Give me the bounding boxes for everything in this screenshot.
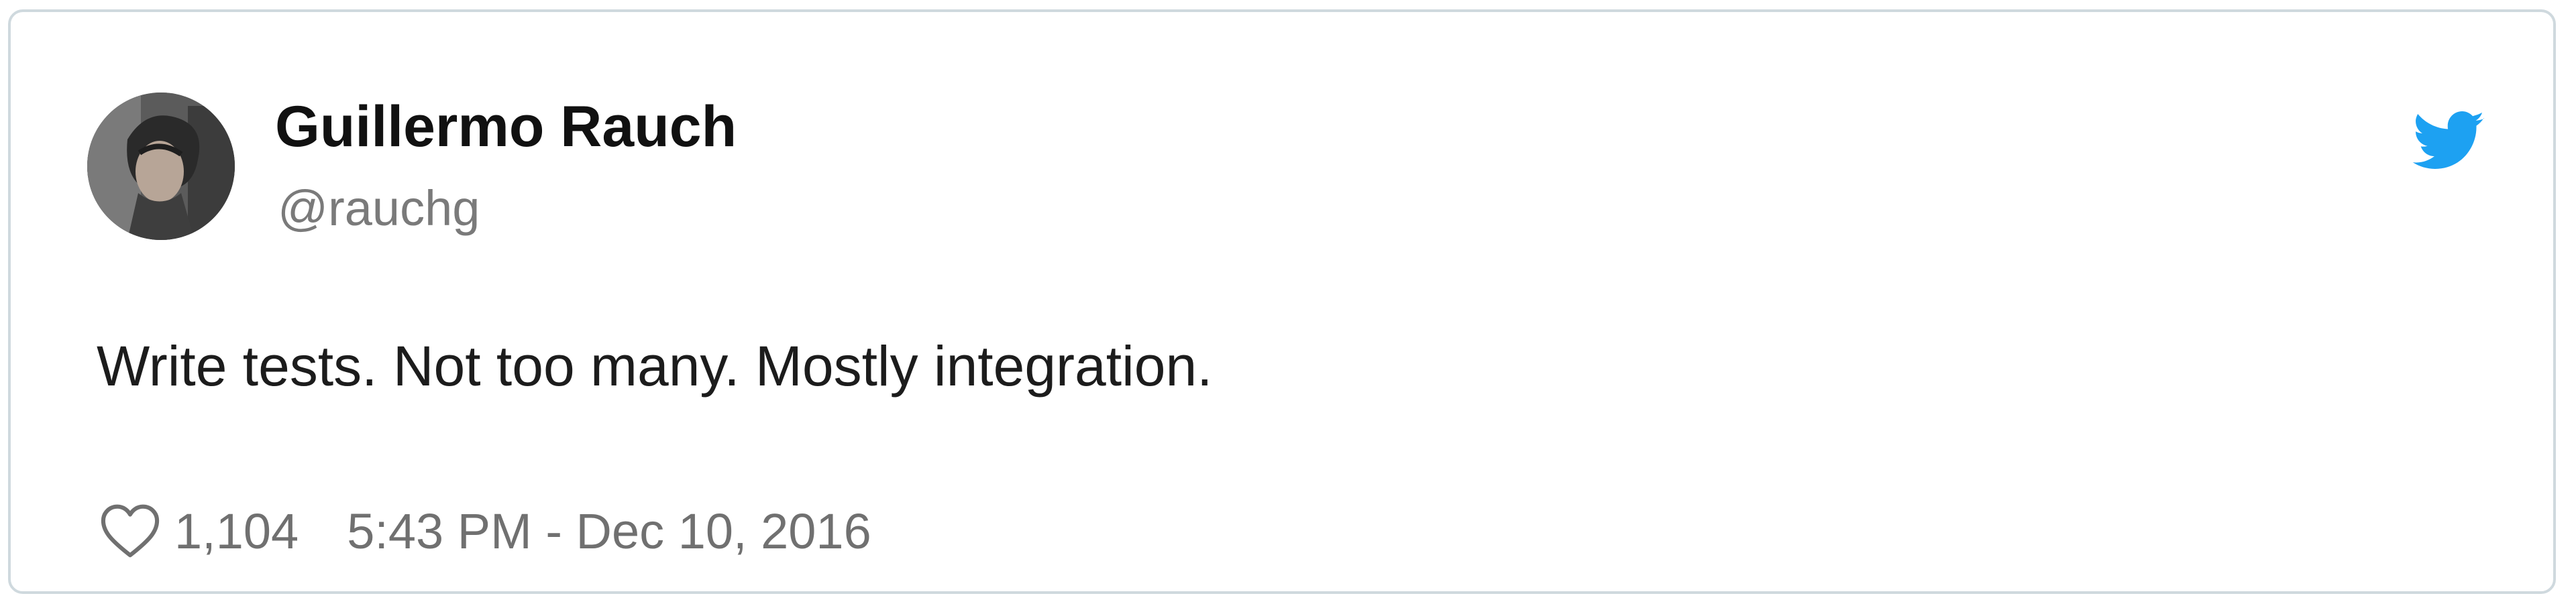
twitter-bird-icon[interactable] [2412,111,2486,172]
tweet-text: Write tests. Not too many. Mostly integr… [97,335,1213,398]
tweet-footer: 1,104 5:43 PM - Dec 10, 2016 [99,500,871,562]
author-avatar[interactable] [87,93,235,240]
tweet-timestamp[interactable]: 5:43 PM - Dec 10, 2016 [347,503,871,560]
tweet-card: Guillermo Rauch @rauchg Write tests. Not… [8,9,2556,594]
avatar-image [87,93,235,240]
author-display-name[interactable]: Guillermo Rauch [275,98,737,156]
author-handle[interactable]: @rauchg [278,184,480,233]
heart-icon[interactable] [99,503,161,559]
likes-count[interactable]: 1,104 [174,503,299,560]
